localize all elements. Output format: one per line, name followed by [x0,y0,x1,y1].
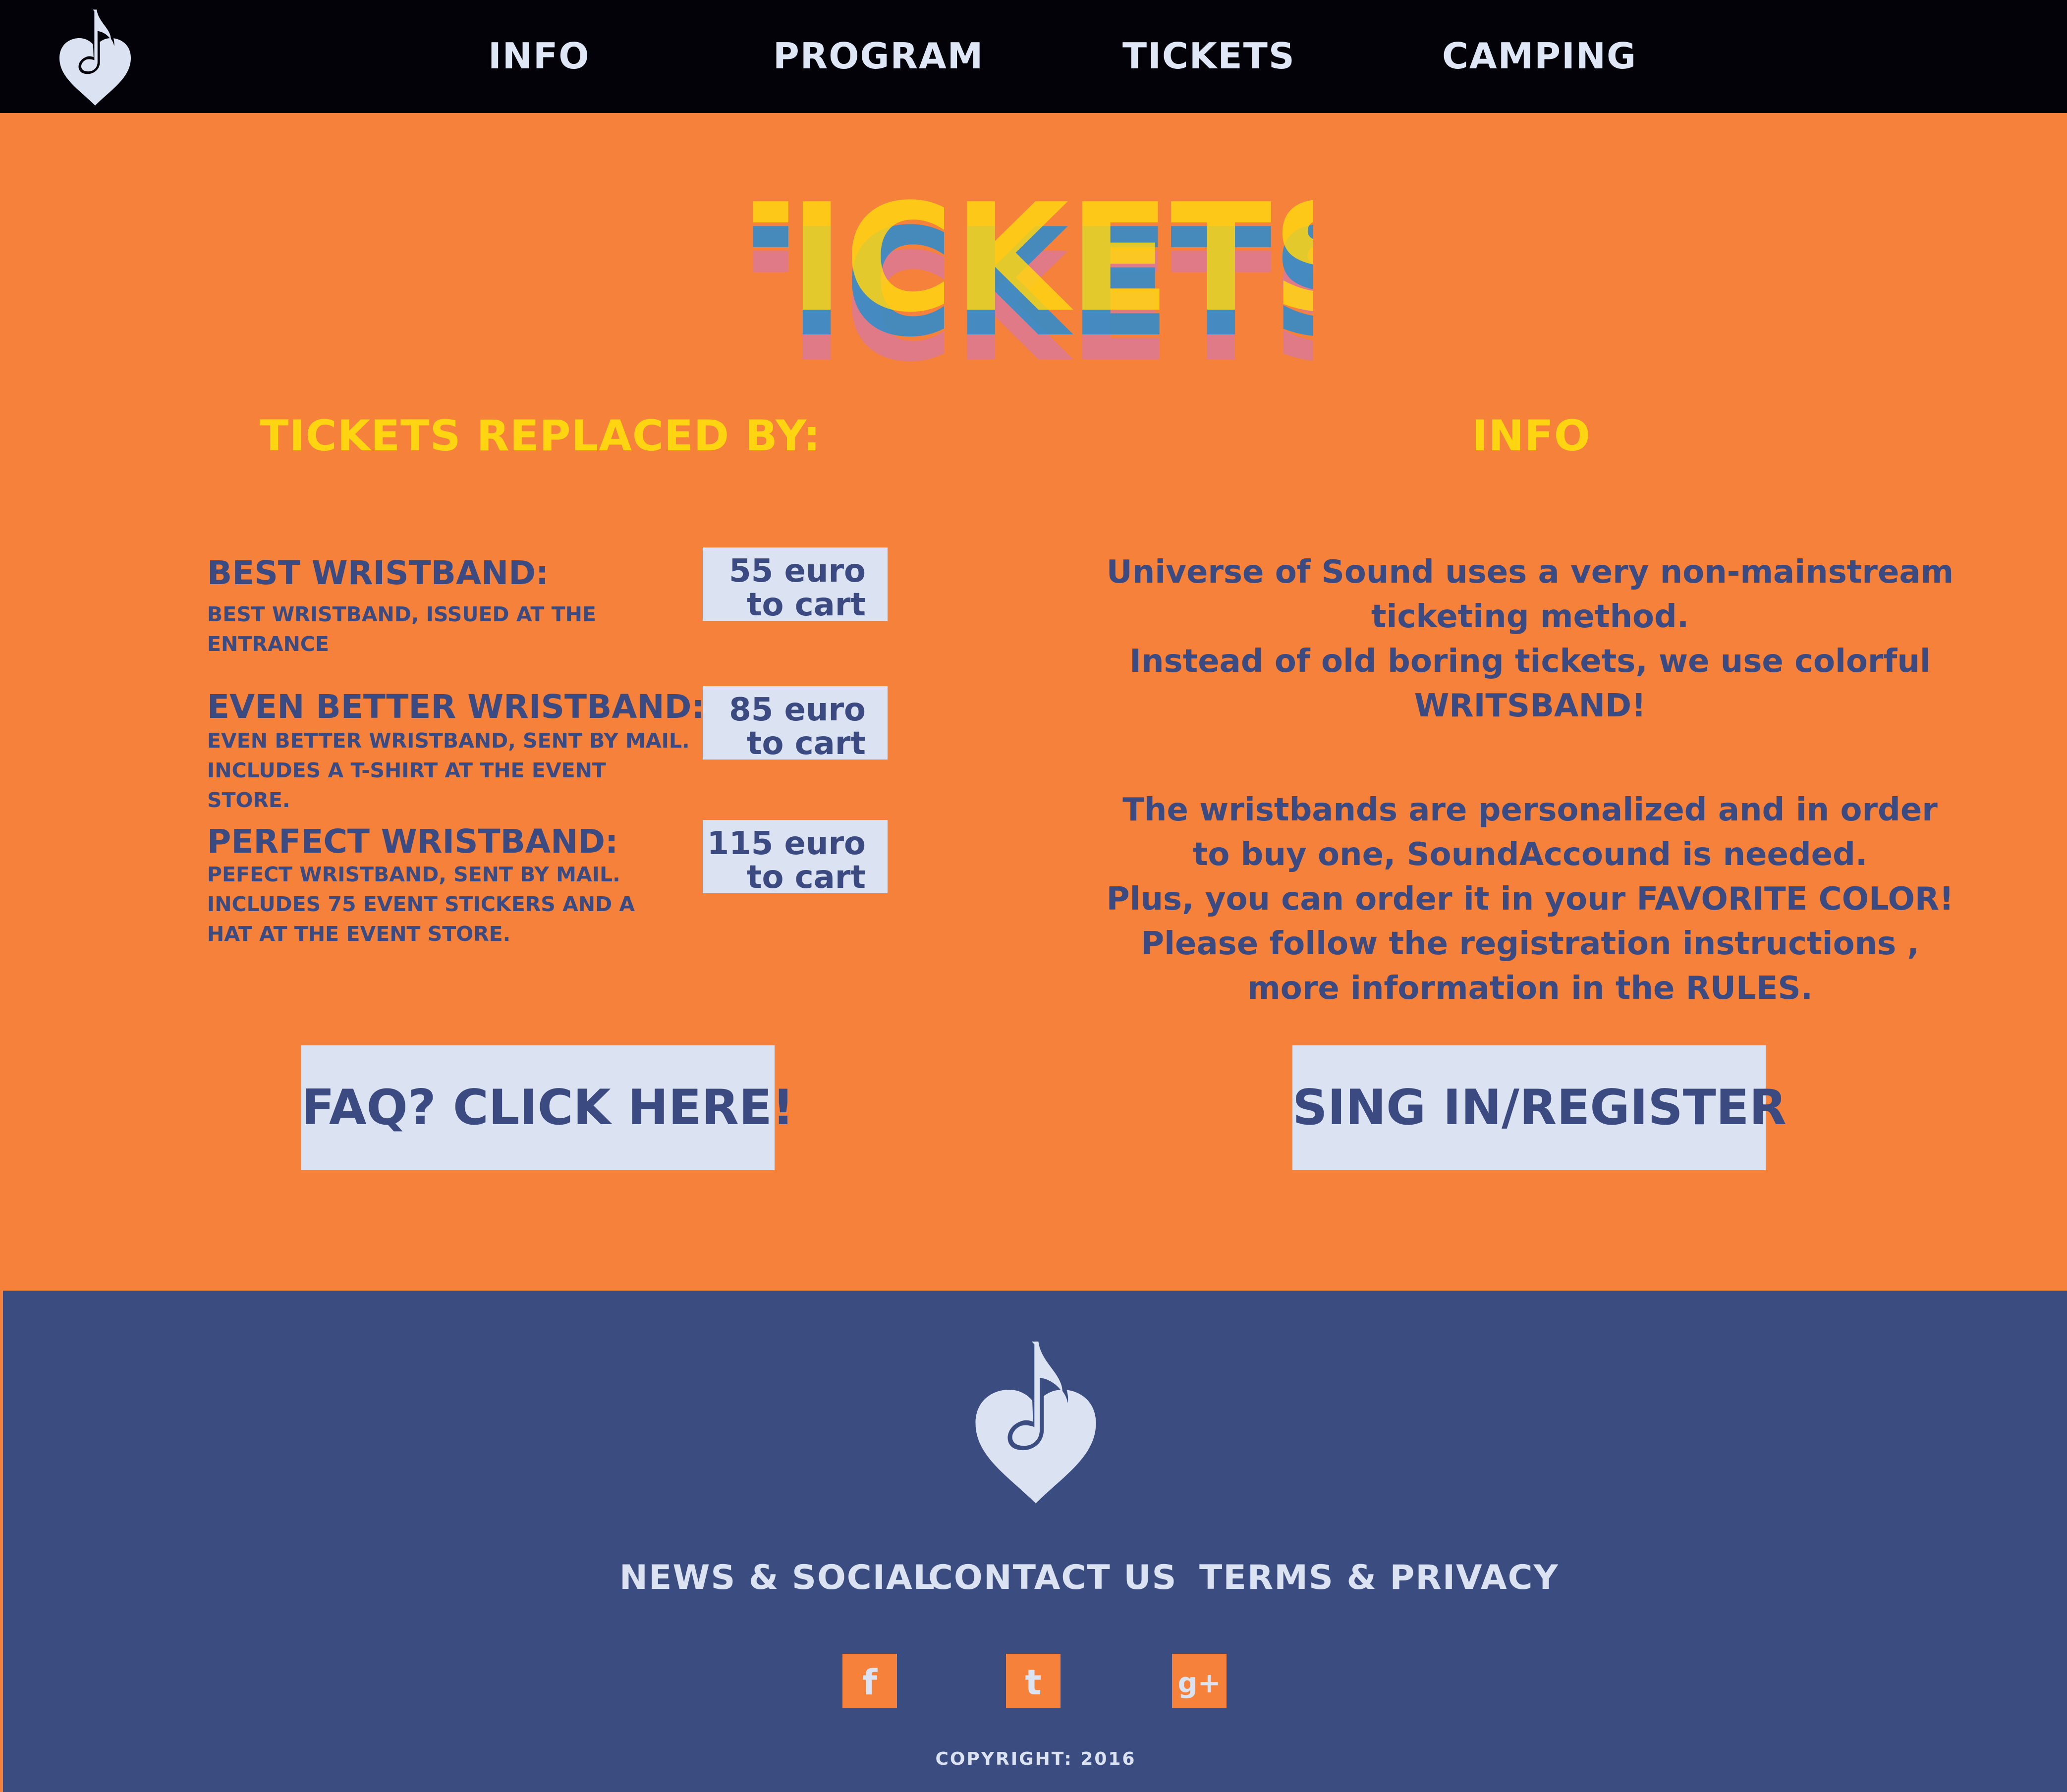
page-hero-title: TICKETS TICKETS TICKETS [753,193,1313,372]
nav-camping-link[interactable]: CAMPING [1442,29,1636,83]
add-to-cart-button[interactable]: 85 euro to cart [703,686,888,760]
faq-button[interactable]: FAQ? CLICK HERE! [301,1045,794,1170]
tier-title: BEST WRISTBAND: [207,554,549,592]
footer-terms-privacy-link[interactable]: TERMS & PRIVACY [1199,1553,1559,1603]
info-text-block: Universe of Sound uses a very non-mainst… [1106,554,1954,1007]
nav-info-link[interactable]: INFO [488,29,589,83]
add-to-cart-button[interactable]: 115 euro to cart [703,820,888,894]
svg-text:TICKETS: TICKETS [753,193,1313,345]
svg-text:f: f [862,1662,878,1703]
tier-description: EVEN BETTER WRISTBAND, SENT BY MAIL. INC… [207,729,690,812]
tier-description: PEFECT WRISTBAND, SENT BY MAIL. INCLUDES… [207,863,635,946]
svg-text:g+: g+ [1177,1667,1221,1699]
top-nav-bar [0,0,2067,113]
music-heart-logo-icon[interactable] [56,6,135,110]
music-heart-logo-icon [975,1339,1096,1504]
footer-news-social-link[interactable]: NEWS & SOCIAL [619,1553,936,1603]
google-plus-icon[interactable]: g+ [1172,1654,1227,1708]
tier-title: EVEN BETTER WRISTBAND: [207,688,705,726]
tier-description: BEST WRISTBAND, ISSUED AT THE ENTRANCE [207,602,596,656]
sign-in-register-button[interactable]: SING IN/REGISTER [1292,1045,1787,1170]
nav-program-link[interactable]: PROGRAM [773,29,983,83]
footer-contact-us-link[interactable]: CONTACT US [928,1553,1177,1603]
copyright-text: COPYRIGHT: 2016 [935,1749,1136,1769]
tier-title: PERFECT WRISTBAND: [207,822,618,861]
twitter-icon[interactable]: t [1006,1654,1061,1708]
info-section-heading: INFO [1472,411,1591,461]
add-to-cart-button[interactable]: 55 euro to cart [703,547,888,622]
nav-tickets-link[interactable]: TICKETS [1122,29,1294,83]
facebook-icon[interactable]: f [842,1654,897,1708]
tickets-section-heading: TICKETS REPLACED BY: [259,411,821,461]
svg-text:t: t [1025,1662,1041,1703]
